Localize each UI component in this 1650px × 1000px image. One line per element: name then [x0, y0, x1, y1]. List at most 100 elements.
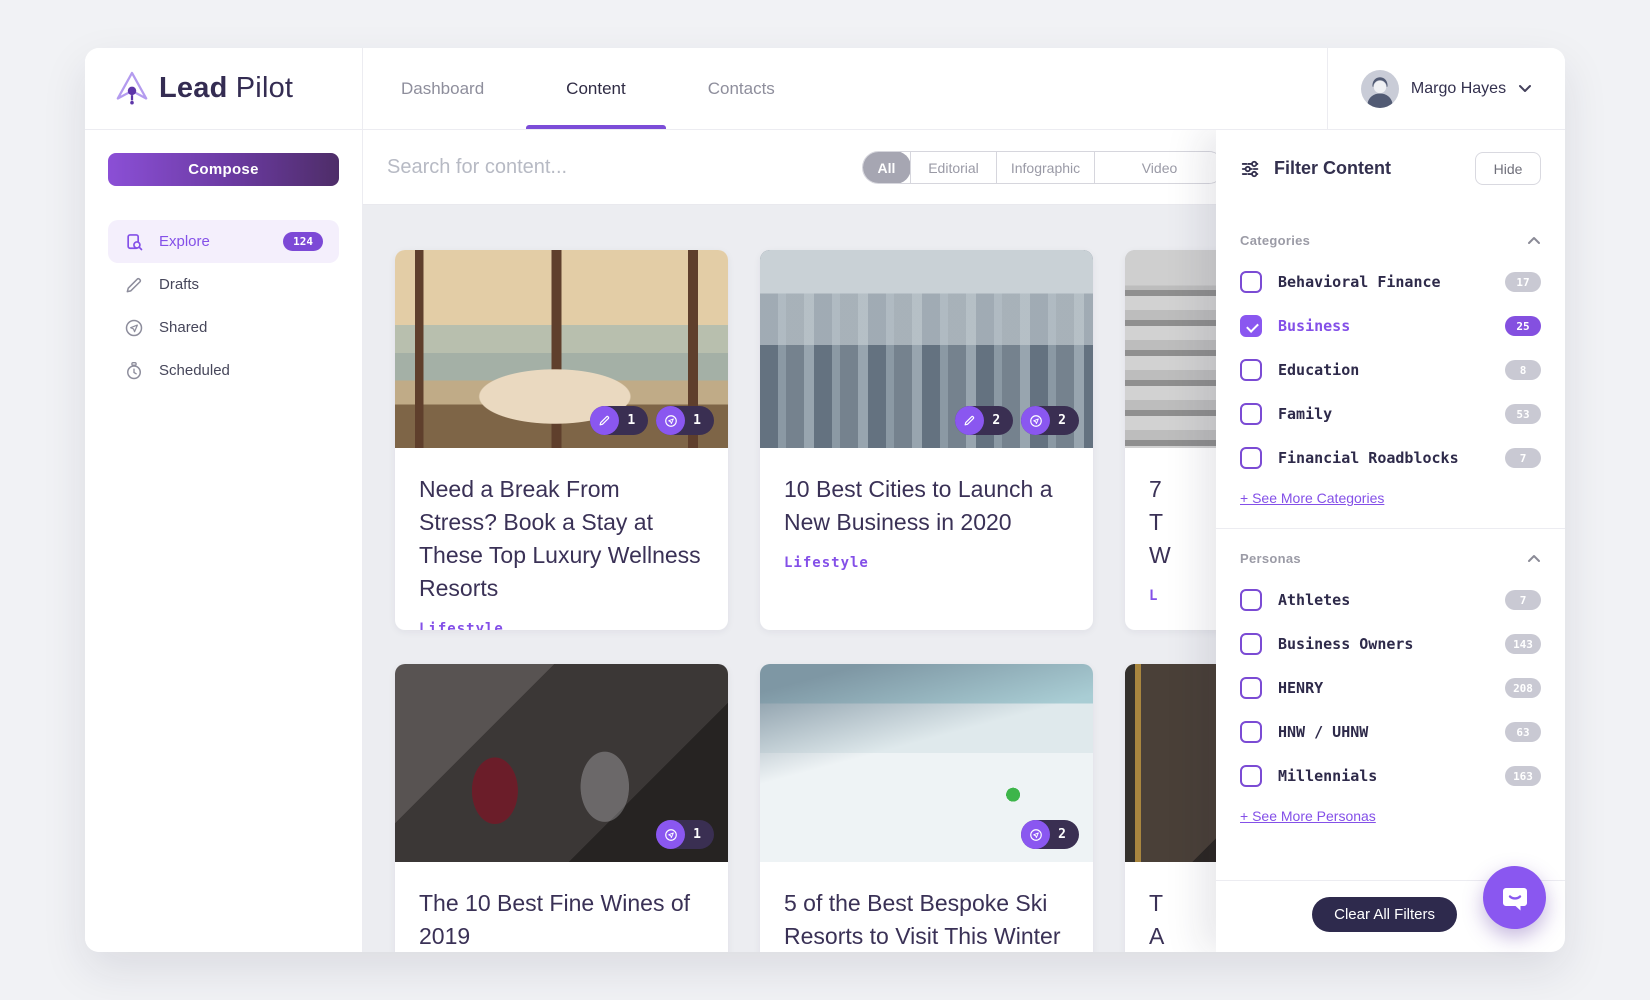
- logo[interactable]: Lead Pilot: [85, 48, 363, 129]
- card-body: 10 Best Cities to Launch a New Business …: [760, 448, 1093, 571]
- filter-row[interactable]: HNW / UHNW 63: [1240, 710, 1541, 754]
- clock-icon: [124, 361, 144, 381]
- clear-all-filters-button[interactable]: Clear All Filters: [1312, 897, 1457, 932]
- filter-row[interactable]: Family 53: [1240, 392, 1541, 436]
- filter-count-badge: 208: [1505, 678, 1541, 698]
- filter-row[interactable]: Education 8: [1240, 348, 1541, 392]
- filter-count-badge: 7: [1505, 448, 1541, 468]
- top-bar: Lead Pilot Dashboard Content Contacts Ma…: [85, 48, 1565, 130]
- content-card[interactable]: 2 2 10 Best Cities to Launch a New Busin…: [760, 250, 1093, 630]
- segment-editorial[interactable]: Editorial: [910, 152, 996, 183]
- card-body: 5 of the Best Bespoke Ski Resorts to Vis…: [760, 862, 1093, 952]
- sidebar-item-label: Explore: [159, 233, 210, 250]
- filter-count-badge: 25: [1505, 316, 1541, 336]
- shares-badge[interactable]: 1: [656, 406, 714, 435]
- card-badges: 1 1: [590, 406, 714, 435]
- sidebar-item-label: Scheduled: [159, 362, 230, 379]
- sidebar-nav: Explore 124 Drafts Shared Scheduled: [108, 220, 339, 392]
- see-more-categories-link[interactable]: + See More Categories: [1240, 490, 1384, 506]
- checkbox[interactable]: [1240, 589, 1262, 611]
- filter-row[interactable]: Athletes 7: [1240, 578, 1541, 622]
- checkbox[interactable]: [1240, 765, 1262, 787]
- filter-label: Athletes: [1278, 591, 1351, 609]
- shares-badge[interactable]: 2: [1021, 406, 1079, 435]
- sidebar-item-scheduled[interactable]: Scheduled: [108, 349, 339, 392]
- content-card[interactable]: 1 The 10 Best Fine Wines of 2019: [395, 664, 728, 952]
- badge-count: 1: [693, 827, 701, 842]
- edits-badge[interactable]: 2: [955, 406, 1014, 435]
- logo-wordmark: Lead Pilot: [159, 72, 294, 104]
- sidebar-item-drafts[interactable]: Drafts: [108, 263, 339, 306]
- main-nav: Dashboard Content Contacts: [401, 48, 775, 129]
- shares-badge[interactable]: 1: [656, 820, 714, 849]
- card-category: Lifestyle: [784, 555, 869, 571]
- chevron-up-icon[interactable]: [1527, 554, 1541, 563]
- card-category: Lifestyle: [419, 621, 504, 630]
- send-icon: [1021, 406, 1051, 435]
- section-label: Personas: [1240, 551, 1301, 566]
- chevron-up-icon[interactable]: [1527, 236, 1541, 245]
- checkbox[interactable]: [1240, 271, 1262, 293]
- card-title: 5 of the Best Bespoke Ski Resorts to Vis…: [784, 890, 1061, 949]
- filter-label: Business Owners: [1278, 635, 1414, 653]
- filter-row[interactable]: Business Owners 143: [1240, 622, 1541, 666]
- categories-section-header: Categories: [1240, 233, 1541, 248]
- card-badges: 2 2: [955, 406, 1079, 435]
- sidebar-item-shared[interactable]: Shared: [108, 306, 339, 349]
- sidebar: Compose Explore 124 Drafts Shared Schedu…: [85, 130, 363, 952]
- card-title: 10 Best Cities to Launch a New Business …: [784, 476, 1053, 535]
- checkbox[interactable]: [1240, 403, 1262, 425]
- checkbox[interactable]: [1240, 633, 1262, 655]
- content-card[interactable]: 2 5 of the Best Bespoke Ski Resorts to V…: [760, 664, 1093, 952]
- user-menu[interactable]: Margo Hayes: [1327, 48, 1565, 129]
- shares-badge[interactable]: 2: [1021, 820, 1079, 849]
- content-card[interactable]: 1 1 Need a Break From Stress? Book a Sta…: [395, 250, 728, 630]
- filter-label: Education: [1278, 361, 1360, 379]
- filter-count-badge: 53: [1505, 404, 1541, 424]
- card-title: Need a Break From Stress? Book a Stay at…: [419, 476, 701, 601]
- tab-content[interactable]: Content: [566, 48, 626, 129]
- checkbox[interactable]: [1240, 315, 1262, 337]
- edits-badge[interactable]: 1: [590, 406, 649, 435]
- search-input[interactable]: [387, 130, 807, 204]
- filter-row[interactable]: Business 25: [1240, 304, 1541, 348]
- tab-contacts[interactable]: Contacts: [708, 48, 775, 129]
- pencil-icon: [955, 406, 985, 435]
- badge-count: 1: [627, 413, 636, 428]
- explore-count-badge: 124: [283, 232, 323, 251]
- checkbox[interactable]: [1240, 447, 1262, 469]
- badge-count: 2: [1058, 413, 1066, 428]
- card-title: The 10 Best Fine Wines of 2019: [419, 890, 691, 949]
- see-more-personas-link[interactable]: + See More Personas: [1240, 808, 1376, 824]
- app-body: Compose Explore 124 Drafts Shared Schedu…: [85, 130, 1565, 952]
- filter-row[interactable]: Millennials 163: [1240, 754, 1541, 798]
- filter-row[interactable]: Financial Roadblocks 7: [1240, 436, 1541, 480]
- send-icon: [1021, 820, 1051, 849]
- tab-dashboard[interactable]: Dashboard: [401, 48, 484, 129]
- compose-button[interactable]: Compose: [108, 153, 339, 186]
- card-body: The 10 Best Fine Wines of 2019: [395, 862, 728, 952]
- sidebar-item-explore[interactable]: Explore 124: [108, 220, 339, 263]
- sidebar-item-label: Shared: [159, 319, 208, 336]
- segment-all[interactable]: All: [863, 152, 911, 183]
- personas-section-header: Personas: [1240, 551, 1541, 566]
- segment-infographic[interactable]: Infographic: [996, 152, 1094, 183]
- card-image-wellness: 1 1: [395, 250, 728, 448]
- filter-row[interactable]: HENRY 208: [1240, 666, 1541, 710]
- filter-label: Millennials: [1278, 767, 1378, 785]
- pencil-icon: [590, 406, 620, 435]
- checkbox[interactable]: [1240, 677, 1262, 699]
- filter-count-badge: 63: [1505, 722, 1541, 742]
- checkbox[interactable]: [1240, 721, 1262, 743]
- segment-video[interactable]: Video: [1094, 152, 1224, 183]
- hide-filters-button[interactable]: Hide: [1475, 152, 1541, 185]
- chat-launcher-button[interactable]: [1483, 866, 1546, 929]
- filter-count-badge: 7: [1505, 590, 1541, 610]
- checkbox[interactable]: [1240, 359, 1262, 381]
- filter-row[interactable]: Behavioral Finance 17: [1240, 260, 1541, 304]
- pencil-icon: [124, 275, 144, 295]
- filter-label: HNW / UHNW: [1278, 723, 1369, 741]
- card-badges: 1: [656, 820, 714, 849]
- filter-label: Behavioral Finance: [1278, 273, 1441, 291]
- send-icon: [124, 318, 144, 338]
